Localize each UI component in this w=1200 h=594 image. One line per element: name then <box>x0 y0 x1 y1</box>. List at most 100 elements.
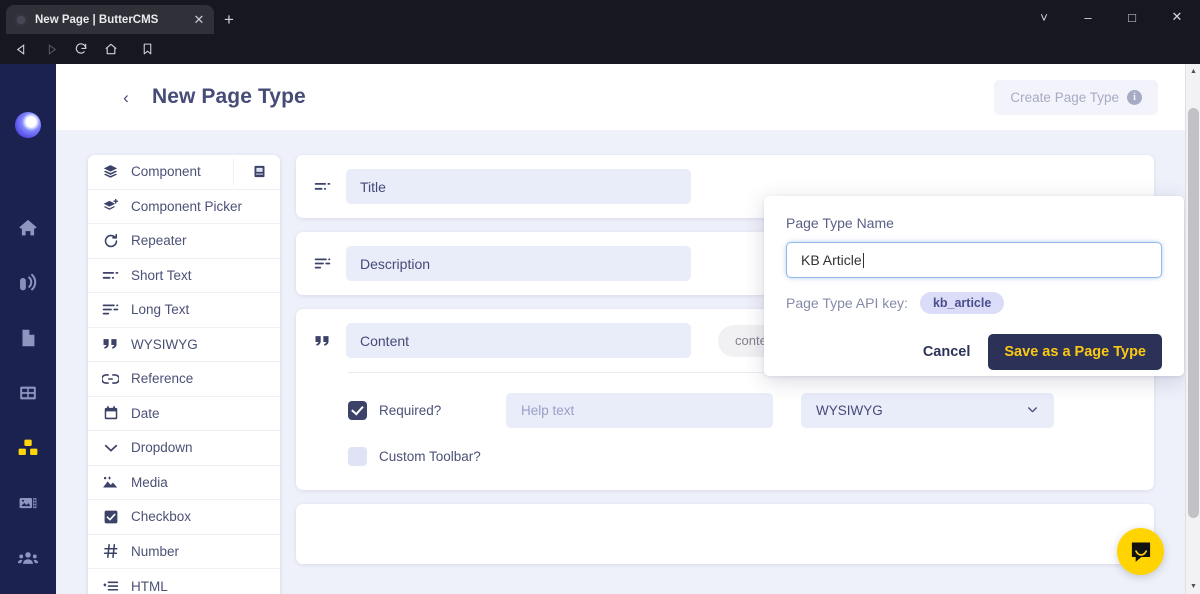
cancel-button[interactable]: Cancel <box>921 338 973 366</box>
page-title: New Page Type <box>152 85 306 108</box>
scroll-down-icon[interactable]: ▼ <box>1186 579 1200 594</box>
divider <box>233 159 234 185</box>
page-header: ‹ New Page Type Create Page Type i <box>56 64 1185 130</box>
home-icon[interactable] <box>96 34 126 64</box>
field-type-date[interactable]: Date <box>88 397 280 431</box>
field-type-select-value: WYSIWYG <box>816 403 883 418</box>
back-chevron-icon[interactable]: ‹ <box>116 88 136 108</box>
field-type-label: Media <box>131 474 168 490</box>
modal-actions: Cancel Save as a Page Type <box>786 334 1162 370</box>
field-options: Required? Help text WYSIWYG Custom Toolb… <box>296 372 1154 490</box>
browser-tab[interactable]: New Page | ButterCMS ✕ <box>6 5 214 34</box>
chevron-down-icon <box>1026 403 1039 419</box>
page-content: ‹ New Page Type Create Page Type i Compo… <box>56 64 1185 594</box>
field-type-label: Checkbox <box>131 509 192 525</box>
book-icon[interactable] <box>249 162 269 182</box>
new-tab-button[interactable]: + <box>218 9 240 31</box>
intercom-chat-button[interactable] <box>1117 528 1164 575</box>
save-as-page-type-button[interactable]: Save as a Page Type <box>988 334 1162 370</box>
back-icon[interactable] <box>6 34 36 64</box>
close-icon[interactable]: ✕ <box>192 13 206 26</box>
field-card-placeholder <box>296 504 1154 564</box>
field-type-label: Reference <box>131 371 194 387</box>
sidebar-item-content-types[interactable] <box>0 420 56 475</box>
sidebar-item-media[interactable] <box>0 475 56 530</box>
page-favicon <box>14 12 28 27</box>
field-name-input[interactable]: Description <box>346 246 691 281</box>
field-type-select[interactable]: WYSIWYG <box>801 393 1054 428</box>
custom-toolbar-checkbox[interactable] <box>348 447 367 466</box>
field-type-long-text[interactable]: Long Text <box>88 293 280 328</box>
sidebar-item-pages[interactable] <box>0 310 56 365</box>
page-type-name-input[interactable]: KB Article <box>786 242 1162 278</box>
required-checkbox[interactable] <box>348 401 367 420</box>
field-type-label: Short Text <box>131 267 192 283</box>
quote-icon[interactable] <box>312 334 332 348</box>
short-text-icon[interactable] <box>312 180 332 193</box>
page-type-api-key-label: Page Type API key: <box>786 295 908 311</box>
sidebar-item-team[interactable] <box>0 530 56 585</box>
field-type-label: Repeater <box>131 233 187 249</box>
field-type-label: Date <box>131 405 160 421</box>
minimize-icon[interactable]: – <box>1066 0 1110 34</box>
sidebar-item-blog[interactable] <box>0 255 56 310</box>
hash-icon <box>101 543 120 559</box>
custom-toolbar-label: Custom Toolbar? <box>379 449 481 464</box>
field-type-number[interactable]: Number <box>88 535 280 569</box>
sidebar-item-home[interactable] <box>0 200 56 255</box>
page-type-api-key-row: Page Type API key: kb_article <box>786 292 1162 314</box>
sidebar-item-collections[interactable] <box>0 365 56 420</box>
field-type-reference[interactable]: Reference <box>88 362 280 397</box>
reload-icon[interactable] <box>66 34 96 64</box>
field-type-component-picker[interactable]: Component Picker <box>88 190 280 224</box>
field-type-dropdown[interactable]: Dropdown <box>88 431 280 466</box>
rail-items <box>0 200 56 585</box>
field-type-short-text[interactable]: Short Text <box>88 259 280 293</box>
create-page-type-button[interactable]: Create Page Type i <box>994 80 1158 115</box>
required-checkbox-wrap: Required? <box>348 401 506 420</box>
window-close-icon[interactable]: ✕ <box>1154 0 1200 34</box>
info-icon[interactable]: i <box>1127 90 1142 105</box>
image-icon <box>101 475 120 490</box>
field-type-component[interactable]: Component <box>88 155 280 190</box>
window-controls: ˅ – □ ✕ <box>1022 0 1200 34</box>
scroll-up-icon[interactable]: ▲ <box>1186 64 1200 79</box>
custom-toolbar-checkbox-wrap: Custom Toolbar? <box>348 447 481 466</box>
field-type-label: HTML <box>131 578 168 594</box>
field-types-panel: Component Component Picker Repeater Shor… <box>88 155 280 594</box>
chevron-down-icon[interactable]: ˅ <box>1022 0 1066 34</box>
field-type-wysiwyg[interactable]: WYSIWYG <box>88 328 280 362</box>
page-type-name-value: KB Article <box>801 252 862 268</box>
field-name-input[interactable]: Content <box>346 323 691 358</box>
page-viewport: ‹ New Page Type Create Page Type i Compo… <box>0 64 1200 594</box>
app-sidebar-rail <box>0 64 56 594</box>
scrollbar-thumb[interactable] <box>1188 108 1199 518</box>
long-text-icon[interactable] <box>312 257 332 270</box>
required-label: Required? <box>379 403 442 418</box>
field-type-repeater[interactable]: Repeater <box>88 224 280 259</box>
calendar-icon <box>101 405 120 421</box>
browser-window: New Page | ButterCMS ✕ + ˅ – □ ✕ ‹ New P… <box>0 0 1200 594</box>
field-type-label: Long Text <box>131 302 190 318</box>
field-type-media[interactable]: Media <box>88 466 280 500</box>
field-type-label: Number <box>131 543 180 559</box>
field-name-input[interactable]: Title <box>346 169 691 204</box>
field-type-checkbox[interactable]: Checkbox <box>88 500 280 535</box>
create-page-type-label: Create Page Type <box>1010 90 1119 105</box>
short-text-icon <box>101 269 120 282</box>
help-text-input[interactable]: Help text <box>506 393 773 428</box>
page-type-api-key-chip: kb_article <box>919 292 1005 314</box>
field-type-html[interactable]: HTML <box>88 569 280 594</box>
quote-icon <box>101 337 120 351</box>
page-scrollbar[interactable]: ▲ ▼ <box>1185 64 1200 594</box>
text-caret <box>862 252 864 268</box>
browser-titlebar: New Page | ButterCMS ✕ + ˅ – □ ✕ <box>0 0 1200 34</box>
repeat-icon <box>101 233 120 249</box>
bookmark-icon[interactable] <box>134 34 160 64</box>
field-option-row-required: Required? Help text WYSIWYG <box>348 393 1136 428</box>
link-icon <box>101 372 120 386</box>
page-type-name-label: Page Type Name <box>786 215 894 231</box>
buttercms-logo[interactable] <box>15 112 41 138</box>
maximize-icon[interactable]: □ <box>1110 0 1154 34</box>
field-option-row-custom-toolbar: Custom Toolbar? <box>348 447 1136 466</box>
